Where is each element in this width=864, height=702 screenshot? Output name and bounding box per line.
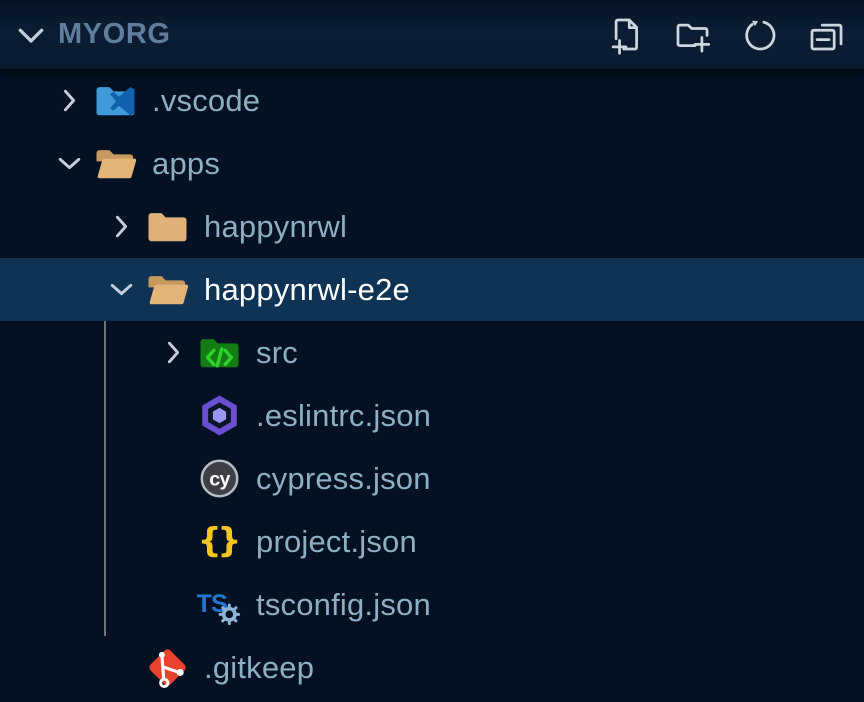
tree-item-label: project.json	[256, 524, 417, 560]
chevron-right-icon[interactable]	[98, 204, 144, 250]
section-title: MYORG	[58, 18, 603, 51]
chevron-right-icon[interactable]	[150, 330, 196, 376]
cypress-icon: cy	[196, 456, 242, 502]
tree-item-happynrwl[interactable]: happynrwl	[0, 195, 864, 258]
tree-item-project-json[interactable]: { } project.json	[0, 510, 864, 573]
collapse-all-button[interactable]	[804, 13, 848, 57]
chevron-down-icon[interactable]	[46, 141, 92, 187]
refresh-icon	[739, 14, 780, 55]
tsconfig-icon: TS	[196, 582, 242, 628]
file-tree: .vscode apps	[0, 69, 864, 702]
tree-item-label: cypress.json	[256, 461, 431, 497]
tree-item-gitkeep[interactable]: .gitkeep	[0, 636, 864, 699]
src-folder-icon	[196, 330, 242, 376]
new-folder-icon	[672, 14, 713, 55]
tree-item-label: .eslintrc.json	[256, 398, 431, 434]
tree-item-label: .vscode	[152, 83, 260, 119]
tree-item-tsconfig-json[interactable]: TS	[0, 573, 864, 636]
collapse-all-icon	[806, 14, 847, 55]
svg-text:cy: cy	[209, 469, 230, 491]
new-folder-button[interactable]	[670, 13, 714, 57]
tree-item-happynrwl-e2e[interactable]: happynrwl-e2e	[0, 258, 864, 321]
header-actions	[603, 13, 848, 57]
explorer-section-header[interactable]: MYORG	[0, 0, 864, 69]
tree-item-cypress-json[interactable]: cy cypress.json	[0, 447, 864, 510]
refresh-button[interactable]	[737, 13, 781, 57]
folder-open-icon	[144, 267, 190, 313]
eslint-icon	[196, 393, 242, 439]
chevron-down-icon[interactable]	[12, 16, 50, 54]
vscode-folder-icon	[92, 78, 138, 124]
git-icon	[144, 645, 190, 691]
folder-icon	[144, 204, 190, 250]
tree-item-src[interactable]: src	[0, 321, 864, 384]
tree-item-label: apps	[152, 146, 220, 182]
tree-item-label: .gitkeep	[204, 650, 314, 686]
indent-guide	[104, 321, 106, 636]
tree-item-vscode[interactable]: .vscode	[0, 69, 864, 132]
explorer-panel: MYORG	[0, 0, 864, 702]
json-braces-icon: { }	[196, 519, 242, 565]
tree-item-apps[interactable]: apps	[0, 132, 864, 195]
new-file-button[interactable]	[603, 13, 647, 57]
tree-item-label: happynrwl	[204, 209, 347, 245]
folder-open-icon	[92, 141, 138, 187]
chevron-down-icon[interactable]	[98, 267, 144, 313]
chevron-right-icon[interactable]	[46, 78, 92, 124]
tree-item-label: tsconfig.json	[256, 587, 431, 623]
svg-text:}: }	[217, 521, 241, 560]
tree-item-eslintrc-json[interactable]: .eslintrc.json	[0, 384, 864, 447]
tree-item-label: src	[256, 335, 298, 371]
new-file-icon	[605, 14, 646, 55]
tree-item-label: happynrwl-e2e	[204, 272, 410, 308]
